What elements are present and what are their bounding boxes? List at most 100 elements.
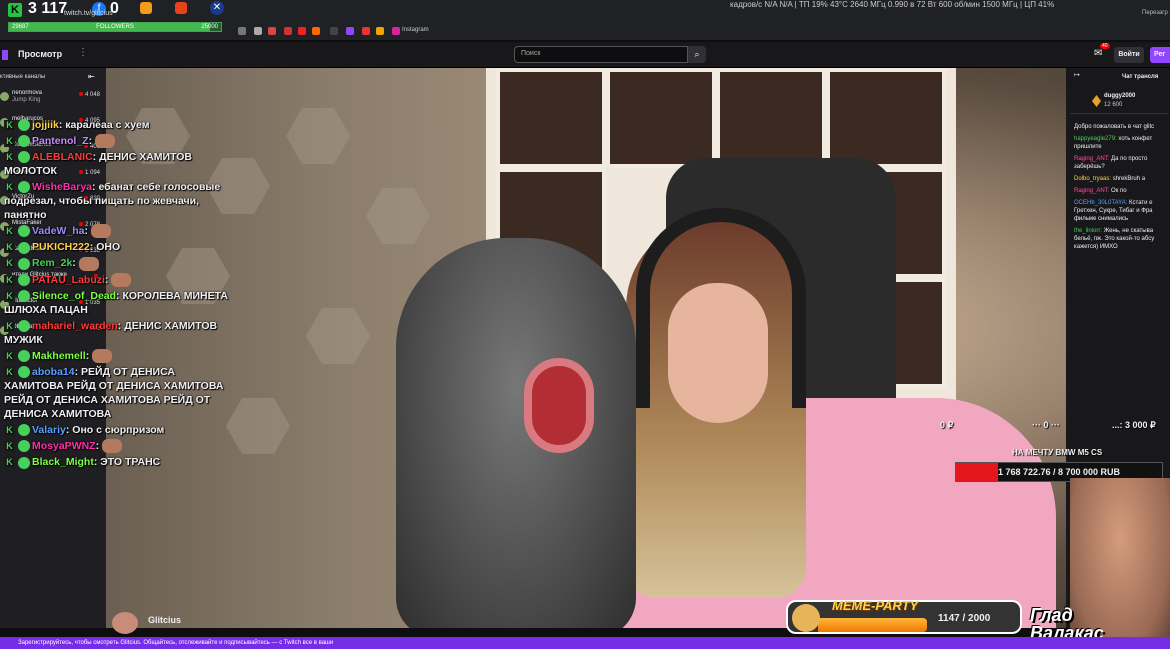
chat-username[interactable]: mahariel_warden <box>32 320 118 332</box>
right-tab[interactable]: Перезагр <box>1142 10 1168 16</box>
chat-username[interactable]: aboba14 <box>32 366 75 378</box>
signup-banner[interactable]: Зарегистрируйтесь, чтобы смотреть Glitci… <box>0 637 1170 649</box>
chat-username[interactable]: PUKICH222 <box>32 241 90 253</box>
chat-username[interactable]: Makhemell <box>32 350 86 362</box>
kick-badge-icon: K <box>4 226 15 238</box>
pinned-count: 12 600 <box>1104 102 1123 108</box>
instagram-icon[interactable] <box>392 27 400 35</box>
video-player[interactable] <box>106 68 1066 628</box>
chat-username[interactable]: MosyaPWNZ <box>32 440 96 452</box>
user-badge-icon <box>18 225 30 238</box>
chat-username[interactable]: PATAU_Labuzi <box>32 274 105 286</box>
user-badge-icon <box>18 241 30 254</box>
emote-icon <box>102 439 123 454</box>
user-badge-icon <box>18 257 30 270</box>
gem-icon <box>1092 95 1101 107</box>
channel-viewers: 4 048 <box>79 92 100 98</box>
chat-username[interactable]: ALEBLANIC <box>32 151 93 163</box>
streamer-info: Glitcius <box>106 612 406 634</box>
browse-link[interactable]: Просмотр <box>18 49 62 59</box>
chat-message: K Pantenol_Z: <box>4 134 234 149</box>
chat-username[interactable]: Black_Might <box>32 456 94 468</box>
chat-line-user[interactable]: happyeagle279: <box>1074 136 1117 142</box>
kick-badge-icon: K <box>4 242 15 254</box>
kick-badge-icon: K <box>4 274 15 286</box>
chat-line-text: Ок по <box>1111 188 1127 194</box>
shelf-cell <box>826 68 946 168</box>
streamer-name[interactable]: Glitcius <box>148 615 181 625</box>
chat-username[interactable]: WisheBarya <box>32 181 92 193</box>
chat-message: K WisheBarya: ебанат себе голосовые подре… <box>4 180 234 222</box>
follower-count: 3 117 <box>28 0 68 17</box>
kick-badge-icon: K <box>4 320 15 332</box>
chat-colon: : <box>84 225 91 238</box>
chat-username[interactable]: Rem_2k <box>32 257 72 269</box>
chat-overlay: Kjojjiik: каралеаа с хуем K Pantenol_Z: KA… <box>4 118 234 471</box>
user-badge-icon <box>18 320 30 333</box>
raccoon-mouth <box>524 358 594 453</box>
user-badge-icon <box>18 350 30 363</box>
expand-icon[interactable]: ↦ <box>1074 72 1080 80</box>
instagram-bookmark[interactable]: Instagram <box>402 27 429 33</box>
shelf-cell <box>716 68 826 168</box>
bookmark-icon[interactable] <box>284 27 292 35</box>
followers-label: FOLLOWERS <box>96 24 134 30</box>
register-button[interactable]: Рег <box>1150 47 1170 63</box>
twitch-logo-icon[interactable] <box>2 50 8 60</box>
chat-line: Добро пожаловать в чат glitc <box>1074 123 1170 131</box>
chat-title: Чат трансля <box>1122 74 1159 80</box>
kick-badge-icon: K <box>4 290 15 302</box>
bookmark-icon[interactable] <box>330 27 338 35</box>
chat-username[interactable]: Valariy <box>32 424 66 436</box>
chat-username[interactable]: Pantenol_Z <box>32 135 89 147</box>
bookmark-icon[interactable] <box>376 27 384 35</box>
search-input[interactable]: Поиск <box>514 46 688 63</box>
obs-top-bar: K 3 117 f 0 ✕ twitch.tv/glitcius кадров/… <box>0 0 1170 22</box>
chat-line-user[interactable]: OCEHb_30L0TAYA: <box>1074 200 1127 206</box>
chat-line-user[interactable]: Dolbo_tryaas: <box>1074 176 1111 182</box>
chat-username[interactable]: jojjiik <box>32 119 59 131</box>
app-icon <box>140 2 152 14</box>
gmail-icon[interactable] <box>268 27 276 35</box>
channel-avatar <box>0 92 9 101</box>
chat-username[interactable]: Silence_of_Dead <box>32 290 116 302</box>
bookmark-icon[interactable] <box>254 27 262 35</box>
meme-party-count: 1147 / 2000 <box>938 613 991 624</box>
chat-line-text: Добро пожаловать в чат glitc <box>1074 124 1155 130</box>
meme-party-title: MEME-PARTY <box>832 598 919 613</box>
chat-message: K Makhemell: <box>4 349 234 364</box>
screen: { "obs": { "follower_count": "3 117", "f… <box>0 0 1170 649</box>
notifications-icon[interactable]: ✉ 40 <box>1094 43 1110 59</box>
chat-message: Kmahariel_warden: ДЕНИС ХАМИТОВ МУЖИК <box>4 319 234 347</box>
chat-line-user[interactable]: the_liniorr: <box>1074 228 1102 234</box>
chat-message: K VadeW_ha: <box>4 224 234 239</box>
user-badge-icon <box>18 181 30 194</box>
stats-text: кадров/с N/A N/A | ТП 19% 43°C 2640 МГц … <box>730 0 1055 9</box>
sidebar-channel[interactable]: nenormova Jump King 4 048 <box>0 90 106 108</box>
app-icon <box>175 2 187 14</box>
chat-message: K Valariy: Оно с сюрпризом <box>4 423 234 437</box>
chat-line-user[interactable]: Raging_ANT: <box>1074 156 1109 162</box>
chat-colon: : <box>72 257 79 270</box>
more-menu-icon[interactable]: ⋮ <box>78 47 88 58</box>
chat-username[interactable]: VadeW_ha <box>32 225 85 237</box>
emote-icon <box>90 224 111 239</box>
kick-icon: K <box>8 3 22 17</box>
channel-game: Jump King <box>12 97 41 103</box>
twitch-icon[interactable] <box>346 27 354 35</box>
kick-badge-icon: K <box>4 152 15 164</box>
login-button[interactable]: Войти <box>1114 47 1144 63</box>
chat-line: OCEHb_30L0TAYA: Кстати е Гретхен, Сукре,… <box>1074 199 1170 223</box>
search-icon[interactable]: ⌕ <box>688 46 706 63</box>
collapse-sidebar-icon[interactable]: ⇤ <box>88 72 95 81</box>
x-icon: ✕ <box>210 1 224 15</box>
chat-message: K PUKICH222: ОНО <box>4 240 234 254</box>
pinterest-icon[interactable] <box>298 27 306 35</box>
chat-text: ОНО <box>96 241 121 254</box>
chat-line-user[interactable]: Raging_ANT: <box>1074 188 1109 194</box>
bookmark-icon[interactable] <box>362 27 370 35</box>
streamer-avatar[interactable] <box>112 612 138 634</box>
bookmark-icon[interactable] <box>238 27 246 35</box>
reddit-icon[interactable] <box>312 27 320 35</box>
emote-icon <box>95 134 116 149</box>
